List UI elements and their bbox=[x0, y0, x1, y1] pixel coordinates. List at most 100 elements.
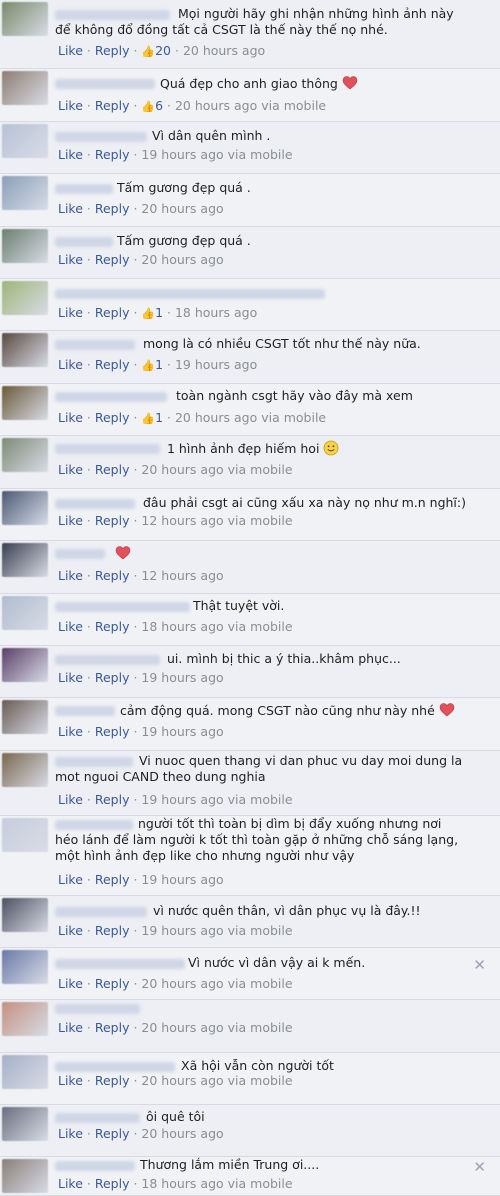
comment-timestamp[interactable]: 19 hours ago bbox=[141, 724, 223, 739]
avatar[interactable] bbox=[2, 1002, 48, 1036]
like-link[interactable]: Like bbox=[58, 305, 83, 320]
comment-text: đâu phải csgt ai cũng xấu xa này nọ như … bbox=[0, 495, 466, 511]
comment-timestamp[interactable]: 19 hours ago bbox=[141, 872, 223, 887]
reply-link[interactable]: Reply bbox=[95, 98, 130, 113]
reply-link[interactable]: Reply bbox=[95, 1126, 130, 1141]
reply-link[interactable]: Reply bbox=[95, 872, 130, 887]
reply-link[interactable]: Reply bbox=[95, 724, 130, 739]
comment-timestamp[interactable]: 20 hours ago bbox=[175, 410, 257, 425]
like-link[interactable]: Like bbox=[58, 923, 83, 938]
like-link[interactable]: Like bbox=[58, 1020, 83, 1035]
reply-link[interactable]: Reply bbox=[95, 976, 130, 991]
reply-link[interactable]: Reply bbox=[95, 923, 130, 938]
like-count[interactable]: 1 bbox=[155, 357, 163, 372]
like-link[interactable]: Like bbox=[58, 147, 83, 162]
thumbs-up-icon[interactable]: 👍 bbox=[141, 412, 155, 426]
comment-timestamp[interactable]: 12 hours ago bbox=[141, 513, 223, 528]
like-link[interactable]: Like bbox=[58, 976, 83, 991]
comment-item: ôi quê tôi Like · Reply · 20 hours ago bbox=[0, 1105, 500, 1157]
commenter-name-blurred[interactable] bbox=[55, 1004, 140, 1014]
close-icon[interactable]: ✕ bbox=[473, 956, 486, 974]
comment-actions: Like · Reply · 19 hours ago via mobile bbox=[58, 923, 293, 938]
reply-link[interactable]: Reply bbox=[95, 1176, 130, 1191]
like-link[interactable]: Like bbox=[58, 410, 83, 425]
like-count[interactable]: 20 bbox=[155, 43, 171, 58]
like-link[interactable]: Like bbox=[58, 792, 83, 807]
separator: · bbox=[86, 568, 95, 583]
comment-timestamp[interactable]: 20 hours ago bbox=[141, 201, 223, 216]
like-link[interactable]: Like bbox=[58, 568, 83, 583]
comment-timestamp[interactable]: 19 hours ago bbox=[141, 792, 223, 807]
reply-link[interactable]: Reply bbox=[95, 462, 130, 477]
like-link[interactable]: Like bbox=[58, 462, 83, 477]
like-count[interactable]: 6 bbox=[155, 98, 163, 113]
separator: · bbox=[86, 792, 95, 807]
comment-timestamp[interactable]: 20 hours ago bbox=[141, 1073, 223, 1088]
like-link[interactable]: Like bbox=[58, 98, 83, 113]
comment-timestamp[interactable]: 20 hours ago bbox=[141, 976, 223, 991]
close-icon[interactable]: ✕ bbox=[473, 1158, 486, 1176]
comment-actions: Like · Reply · 12 hours ago bbox=[58, 568, 224, 583]
reply-link[interactable]: Reply bbox=[95, 252, 130, 267]
comment-timestamp[interactable]: 19 hours ago bbox=[141, 670, 223, 685]
reply-link[interactable]: Reply bbox=[95, 619, 130, 634]
reply-link[interactable]: Reply bbox=[95, 147, 130, 162]
like-link[interactable]: Like bbox=[58, 1176, 83, 1191]
reply-link[interactable]: Reply bbox=[95, 305, 130, 320]
comment-timestamp[interactable]: 20 hours ago bbox=[183, 43, 265, 58]
thumbs-up-icon[interactable]: 👍 bbox=[141, 359, 155, 373]
comment-timestamp[interactable]: 19 hours ago bbox=[175, 357, 257, 372]
comment-line: ui. mình bị thic a ý thia..khâm phục... bbox=[167, 651, 401, 666]
comment-text: Thật tuyệt vời. bbox=[0, 598, 284, 614]
comment-text: vì nước quên thân, vì dân phục vụ là đây… bbox=[0, 903, 421, 919]
comment-actions: Like · Reply · 20 hours ago bbox=[58, 201, 224, 216]
thumbs-up-icon[interactable]: 👍 bbox=[141, 307, 155, 321]
like-link[interactable]: Like bbox=[58, 619, 83, 634]
like-link[interactable]: Like bbox=[58, 1073, 83, 1088]
comment-timestamp[interactable]: 20 hours ago bbox=[141, 462, 223, 477]
reply-link[interactable]: Reply bbox=[95, 1073, 130, 1088]
reply-link[interactable]: Reply bbox=[95, 1020, 130, 1035]
comment-timestamp[interactable]: 18 hours ago bbox=[141, 1176, 223, 1191]
like-link[interactable]: Like bbox=[58, 872, 83, 887]
reply-link[interactable]: Reply bbox=[95, 670, 130, 685]
reply-link[interactable]: Reply bbox=[95, 410, 130, 425]
like-link[interactable]: Like bbox=[58, 670, 83, 685]
comment-item: người tốt thì toàn bị dìm bị đẩy xuống n… bbox=[0, 816, 500, 896]
avatar[interactable] bbox=[2, 281, 48, 315]
like-count[interactable]: 1 bbox=[155, 410, 163, 425]
comment-actions: Like · Reply · 19 hours ago via mobile bbox=[58, 792, 293, 807]
comment-timestamp[interactable]: 20 hours ago bbox=[141, 1126, 223, 1141]
like-link[interactable]: Like bbox=[58, 724, 83, 739]
commenter-name-blurred[interactable] bbox=[55, 289, 325, 299]
like-link[interactable]: Like bbox=[58, 252, 83, 267]
like-link[interactable]: Like bbox=[58, 357, 83, 372]
thumbs-up-icon[interactable]: 👍 bbox=[141, 100, 155, 114]
like-link[interactable]: Like bbox=[58, 43, 83, 58]
reply-link[interactable]: Reply bbox=[95, 568, 130, 583]
like-link[interactable]: Like bbox=[58, 1126, 83, 1141]
like-link[interactable]: Like bbox=[58, 201, 83, 216]
comment-actions: Like · Reply · 19 hours ago bbox=[58, 872, 224, 887]
thumbs-up-icon[interactable]: 👍 bbox=[141, 45, 155, 59]
heart-emoji-icon bbox=[439, 702, 455, 718]
comment-timestamp[interactable]: 12 hours ago bbox=[141, 568, 223, 583]
reply-link[interactable]: Reply bbox=[95, 513, 130, 528]
like-count[interactable]: 1 bbox=[155, 305, 163, 320]
separator: · bbox=[86, 357, 95, 372]
comment-timestamp[interactable]: 19 hours ago bbox=[141, 923, 223, 938]
reply-link[interactable]: Reply bbox=[95, 357, 130, 372]
via-mobile-label: via mobile bbox=[227, 462, 293, 477]
comment-text: cảm động quá. mong CSGT nào cũng như này… bbox=[0, 702, 455, 719]
like-link[interactable]: Like bbox=[58, 513, 83, 528]
reply-link[interactable]: Reply bbox=[95, 201, 130, 216]
comment-timestamp[interactable]: 18 hours ago bbox=[141, 619, 223, 634]
comment-item: 1 hình ảnh đẹp hiếm hoi Like · Reply · 20… bbox=[0, 436, 500, 489]
reply-link[interactable]: Reply bbox=[95, 43, 130, 58]
comment-timestamp[interactable]: 19 hours ago bbox=[141, 147, 223, 162]
comment-timestamp[interactable]: 18 hours ago bbox=[175, 305, 257, 320]
comment-timestamp[interactable]: 20 hours ago bbox=[141, 252, 223, 267]
comment-timestamp[interactable]: 20 hours ago bbox=[141, 1020, 223, 1035]
reply-link[interactable]: Reply bbox=[95, 792, 130, 807]
comment-timestamp[interactable]: 20 hours ago bbox=[175, 98, 257, 113]
